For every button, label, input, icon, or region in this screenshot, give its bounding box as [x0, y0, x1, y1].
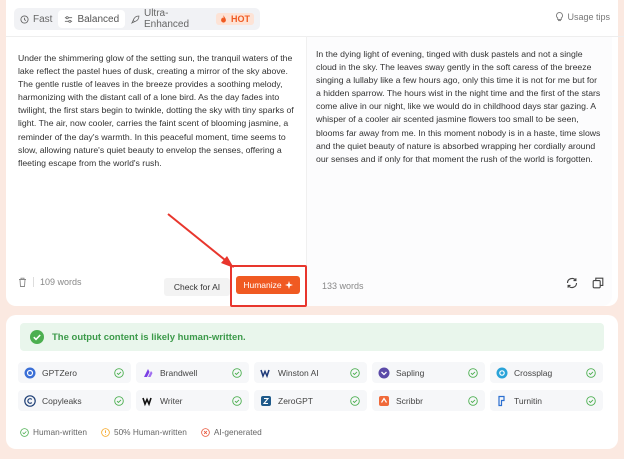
writer-logo-icon	[142, 395, 154, 407]
legend: Human-written 50% Human-written AI-gener…	[20, 427, 262, 437]
hot-badge: HOT	[216, 13, 254, 25]
mode-label: Balanced	[77, 13, 120, 25]
usage-tips-link[interactable]: Usage tips	[555, 12, 610, 22]
result-message: The output content is likely human-writt…	[52, 331, 246, 343]
detector-turnitin: Turnitin	[490, 390, 603, 411]
legend-label: Human-written	[33, 427, 87, 437]
check-icon	[20, 427, 29, 437]
flame-icon	[221, 15, 226, 23]
check-icon	[232, 395, 242, 406]
legend-label: AI-generated	[213, 427, 262, 437]
refresh-icon[interactable]	[566, 277, 578, 289]
check-icon	[468, 395, 478, 406]
crossplag-logo-icon	[496, 367, 508, 379]
check-icon	[114, 395, 124, 406]
detector-name: Brandwell	[160, 367, 198, 378]
detector-brandwell: Brandwell	[136, 362, 249, 383]
detector-scribbr: Scribbr	[372, 390, 485, 411]
check-icon	[350, 395, 360, 406]
usage-tips-label: Usage tips	[567, 12, 610, 22]
detector-name: Winston AI	[278, 367, 319, 378]
sparkle-icon	[284, 281, 293, 289]
rocket-icon	[131, 15, 140, 24]
input-word-count: 109 words	[40, 277, 82, 287]
legend-human: Human-written	[20, 427, 87, 437]
detection-panel: The output content is likely human-writt…	[6, 315, 618, 449]
detector-name: Crossplag	[514, 367, 553, 378]
detector-name: Sapling	[396, 367, 425, 378]
detector-zerogpt: ZeroGPT	[254, 390, 367, 411]
detector-name: ZeroGPT	[278, 395, 313, 406]
check-for-ai-button[interactable]: Check for AI	[164, 278, 230, 296]
detector-grid: GPTZero Brandwell Winston AI Sapling Cro…	[18, 362, 603, 411]
copy-icon[interactable]	[592, 277, 604, 289]
detector-name: Scribbr	[396, 395, 423, 406]
turnitin-logo-icon	[496, 395, 508, 407]
detector-winston-ai: Winston AI	[254, 362, 367, 383]
mode-balanced[interactable]: Balanced	[58, 10, 126, 28]
clock-icon	[20, 14, 29, 24]
trash-icon[interactable]	[18, 277, 27, 287]
mode-selector: Fast Balanced Ultra-Enhanced HOT	[14, 8, 260, 30]
sliders-icon	[65, 15, 73, 23]
check-circle-icon	[30, 330, 44, 344]
cross-icon	[201, 427, 210, 437]
mode-fast[interactable]: Fast	[14, 10, 58, 28]
humanize-label: Humanize	[243, 280, 282, 290]
gptzero-logo-icon	[24, 367, 36, 379]
detector-gptzero: GPTZero	[18, 362, 131, 383]
output-text: In the dying light of evening, tinged wi…	[316, 49, 601, 164]
sapling-logo-icon	[378, 367, 390, 379]
detector-sapling: Sapling	[372, 362, 485, 383]
zerogpt-logo-icon	[260, 395, 272, 407]
detector-name: GPTZero	[42, 367, 77, 378]
result-banner: The output content is likely human-writt…	[20, 323, 604, 351]
detector-copyleaks: Copyleaks	[18, 390, 131, 411]
humanize-button[interactable]: Humanize	[236, 276, 300, 294]
check-icon	[232, 367, 242, 378]
check-icon	[350, 367, 360, 378]
legend-ai: AI-generated	[201, 427, 262, 437]
footer-separator	[33, 277, 34, 287]
detector-name: Turnitin	[514, 395, 543, 406]
check-icon	[586, 395, 596, 406]
copyleaks-logo-icon	[24, 394, 36, 407]
detector-crossplag: Crossplag	[490, 362, 603, 383]
mode-ultra-enhanced[interactable]: Ultra-Enhanced HOT	[125, 8, 260, 30]
detector-name: Writer	[160, 395, 183, 406]
input-footer: 109 words	[18, 277, 82, 287]
check-icon	[114, 367, 124, 378]
warning-icon	[101, 427, 110, 437]
detector-name: Copyleaks	[42, 395, 82, 406]
annotation-arrow	[167, 213, 234, 268]
brandwell-logo-icon	[142, 367, 154, 379]
check-icon	[586, 367, 596, 378]
legend-half-human: 50% Human-written	[101, 427, 187, 437]
check-icon	[468, 367, 478, 378]
output-actions	[566, 277, 604, 289]
input-textarea[interactable]: Under the shimmering glow of the setting…	[18, 52, 300, 170]
detector-writer: Writer	[136, 390, 249, 411]
output-word-count: 133 words	[322, 281, 364, 291]
mode-label: Ultra-Enhanced	[143, 8, 190, 30]
mode-label: Fast	[33, 13, 53, 25]
scribbr-logo-icon	[378, 395, 390, 407]
winston-logo-icon	[260, 367, 272, 379]
legend-label: 50% Human-written	[113, 427, 187, 437]
lightbulb-icon	[556, 12, 564, 22]
